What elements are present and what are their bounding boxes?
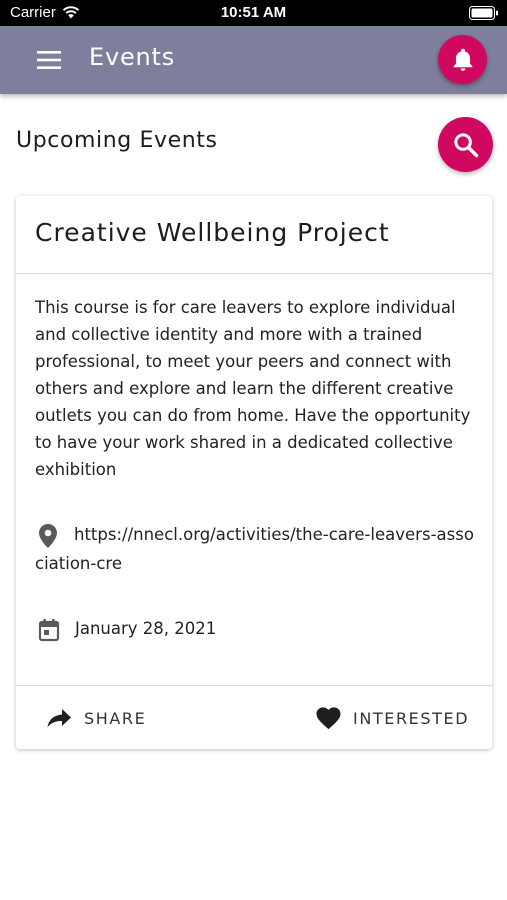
magnify-icon bbox=[453, 132, 478, 157]
event-link-row: https://nnecl.org/activities/the-care-le… bbox=[35, 520, 480, 578]
interested-button[interactable]: INTERESTED bbox=[315, 702, 469, 734]
event-card[interactable]: Creative Wellbeing Project This course i… bbox=[16, 196, 492, 749]
event-title: Creative Wellbeing Project bbox=[35, 218, 390, 247]
card-actions-divider bbox=[16, 685, 492, 686]
section-title: Upcoming Events bbox=[16, 128, 218, 153]
notifications-button[interactable] bbox=[438, 35, 487, 84]
share-button[interactable]: SHARE bbox=[47, 702, 146, 734]
share-arrow-icon bbox=[47, 709, 71, 728]
battery-icon bbox=[469, 6, 498, 20]
event-description: This course is for care leavers to explo… bbox=[35, 298, 471, 479]
search-button[interactable] bbox=[438, 117, 493, 172]
interested-label: INTERESTED bbox=[353, 708, 470, 728]
bell-icon bbox=[453, 48, 472, 71]
calendar-icon bbox=[38, 619, 60, 642]
map-marker-icon bbox=[39, 524, 57, 548]
event-date: January 28, 2021 bbox=[75, 619, 217, 638]
app-bar: Events bbox=[0, 26, 507, 94]
page-title: Events bbox=[89, 43, 176, 71]
share-label: SHARE bbox=[84, 708, 147, 728]
card-divider bbox=[16, 273, 492, 274]
event-link[interactable]: https://nnecl.org/activities/the-care-le… bbox=[35, 520, 480, 578]
clock-time: 10:51 AM bbox=[220, 4, 287, 21]
hamburger-menu-icon[interactable] bbox=[37, 50, 63, 70]
heart-icon bbox=[316, 707, 341, 730]
status-bar: Carrier 10:51 AM bbox=[0, 0, 507, 26]
